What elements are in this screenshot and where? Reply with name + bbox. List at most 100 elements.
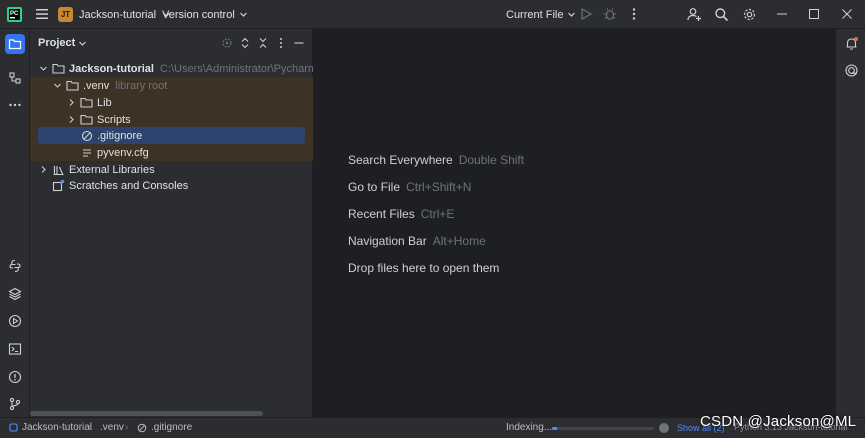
chevron-right-icon[interactable] [66,98,76,108]
title-bar: PC JT Jackson-tutorial Version control C… [0,0,865,29]
tree-node-label: .gitignore [97,129,143,142]
config-file-icon [80,146,93,159]
problems-tool-button[interactable] [5,367,25,387]
play-icon [581,7,593,21]
notifications-tool-button[interactable] [841,33,861,53]
tree-node-scripts[interactable]: Scripts [30,111,313,128]
collapse-all-button[interactable] [256,36,270,50]
tree-node-external-libraries[interactable]: External Libraries [30,161,313,178]
breadcrumb-label: Jackson-tutorial [22,422,93,433]
chevron-down-icon[interactable] [38,64,48,74]
terminal-icon [8,343,22,355]
hint-action: Search Everywhere [348,153,453,167]
hint-action: Navigation Bar [348,234,427,248]
tree-node-label: Scripts [97,113,131,126]
more-tool-windows-button[interactable] [5,95,25,115]
project-switcher[interactable]: JT Jackson-tutorial [58,5,171,24]
project-name: Jackson-tutorial [79,8,157,21]
tree-node-pyvenv-cfg[interactable]: pyvenv.cfg [30,144,313,161]
hide-panel-button[interactable] [292,36,306,50]
project-tool-button[interactable] [5,34,25,54]
ai-assistant-tool-button[interactable] [841,60,861,80]
tree-node-label: pyvenv.cfg [97,146,149,159]
breadcrumb-separator-icon: › [88,422,92,433]
folder-icon [8,39,22,50]
services-tool-button[interactable] [5,311,25,331]
hint-shortcut: Double Shift [458,153,525,167]
run-button[interactable] [578,6,594,22]
settings-button[interactable] [741,6,757,22]
version-control-label: Version control [162,8,235,21]
terminal-tool-button[interactable] [5,339,25,359]
tree-node-path: C:\Users\Administrator\PycharmProjects\J… [159,62,313,75]
close-button[interactable] [839,6,855,22]
chevron-right-icon[interactable] [38,165,48,175]
version-control-menu[interactable]: Version control [162,5,248,24]
hint-go-to-file[interactable]: Go to File Ctrl+Shift+N [348,180,471,194]
run-configuration-selector[interactable]: Current File [506,5,576,24]
folder-icon [52,62,65,75]
project-view-selector[interactable]: Project [38,37,87,49]
tree-node-lib[interactable]: Lib [30,94,313,111]
git-branch-icon [9,397,21,411]
add-user-icon [686,7,701,21]
indexing-progress-bar [552,427,654,430]
folder-icon [80,96,93,109]
ignored-file-icon [80,129,93,142]
module-icon [9,423,18,432]
search-everywhere-button[interactable] [713,6,729,22]
tree-node-gitignore[interactable]: .gitignore [30,127,313,144]
tree-node-venv[interactable]: .venv library root [30,77,313,94]
breadcrumb-separator-icon: › [125,422,129,433]
select-opened-file-button[interactable] [220,36,234,50]
project-options-button[interactable] [274,36,288,50]
chevron-down-icon[interactable] [52,81,62,91]
ignored-file-icon [137,423,147,432]
ai-assistant-icon [844,63,858,77]
hint-search-everywhere[interactable]: Search Everywhere Double Shift [348,153,524,167]
code-with-me-button[interactable] [686,6,702,22]
breadcrumb-venv[interactable]: .venv [100,422,124,433]
horizontal-scrollbar[interactable] [30,411,263,416]
main-menu-icon[interactable] [34,6,50,22]
maximize-button[interactable] [806,6,822,22]
breadcrumb-label: .gitignore [151,422,193,433]
minimize-icon [294,42,304,44]
selection-highlight [38,127,305,144]
gear-icon [743,8,755,20]
tree-node-label: .venv [83,79,110,92]
structure-icon [9,72,21,84]
pycharm-logo-icon[interactable]: PC [7,7,22,22]
indexing-status[interactable]: Indexing... [506,422,552,433]
more-actions-button[interactable] [626,6,642,22]
tree-node-label: Scratches and Consoles [69,179,189,192]
structure-tool-button[interactable] [5,68,25,88]
hint-navigation-bar[interactable]: Navigation Bar Alt+Home [348,234,486,248]
expand-all-button[interactable] [238,36,252,50]
left-tool-window-bar [0,29,30,417]
chevron-down-icon [79,41,87,46]
debug-button[interactable] [602,6,618,22]
chevron-right-icon[interactable] [66,115,76,125]
project-badge: JT [58,7,73,22]
minimize-button[interactable] [774,6,790,22]
hint-action: Go to File [348,180,401,194]
locate-icon [222,38,232,48]
hint-drop-files: Drop files here to open them [348,261,499,275]
watermark: CSDN @Jackson@ML [700,413,857,430]
tree-node-scratches[interactable]: Scratches and Consoles [30,177,313,194]
warning-circle-icon [8,370,22,384]
tree-node-project-root[interactable]: Jackson-tutorial C:\Users\Administrator\… [30,60,313,77]
breadcrumb-gitignore[interactable]: .gitignore [137,422,192,433]
project-panel-title: Project [38,37,76,49]
bell-icon [846,36,858,50]
layers-tool-button[interactable] [5,284,25,304]
breadcrumb-project[interactable]: Jackson-tutorial [9,422,92,433]
project-tool-window: Project Jackson-tutorial C:\Users\Admini… [30,29,313,417]
git-tool-button[interactable] [5,394,25,414]
hint-recent-files[interactable]: Recent Files Ctrl+E [348,207,454,221]
hint-action: Drop files here to open them [348,261,500,275]
expand-all-icon [241,37,249,49]
python-packages-tool-button[interactable] [5,256,25,276]
pause-indexing-button[interactable] [659,423,669,433]
